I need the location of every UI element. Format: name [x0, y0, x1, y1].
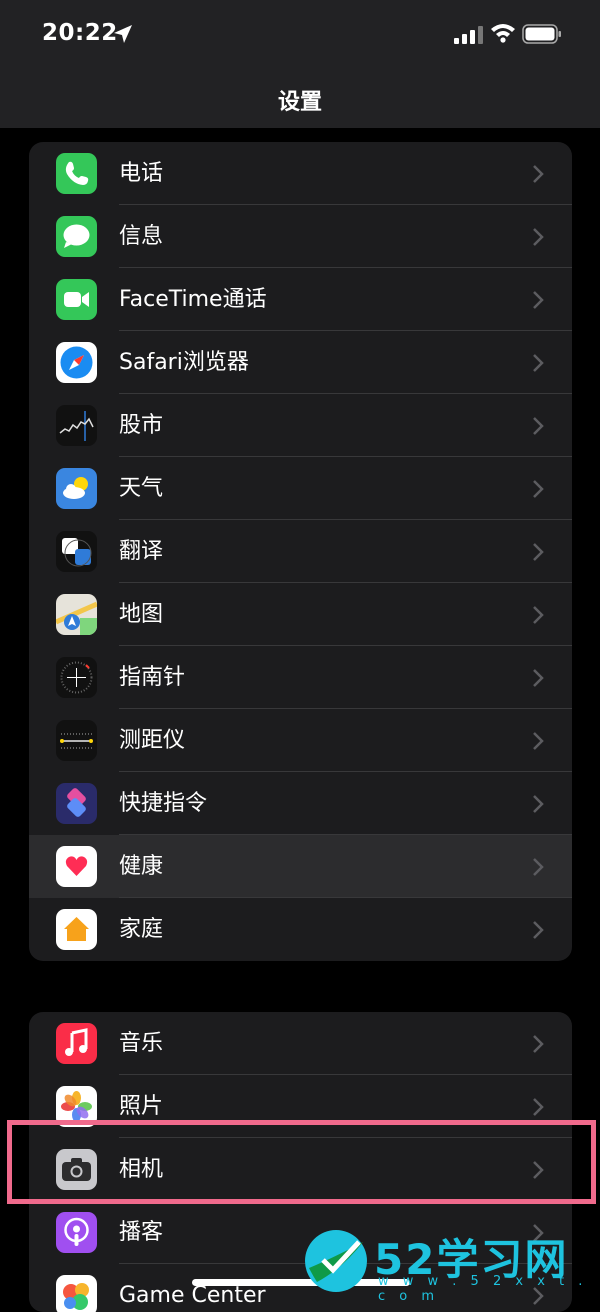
settings-row-music[interactable]: 音乐 — [29, 1012, 572, 1075]
chevron-right-icon — [533, 291, 544, 309]
measure-icon — [56, 720, 97, 761]
chevron-right-icon — [533, 417, 544, 435]
settings-row-label: 天气 — [119, 476, 164, 501]
chevron-right-icon — [533, 1098, 544, 1116]
settings-row-messages[interactable]: 信息 — [29, 205, 572, 268]
settings-row-label: Safari浏览器 — [119, 350, 249, 375]
chevron-right-icon — [533, 795, 544, 813]
maps-icon — [56, 594, 97, 635]
settings-row-label: 电话 — [119, 161, 164, 186]
settings-row-health[interactable]: 健康 — [29, 835, 572, 898]
shortcuts-icon — [56, 783, 97, 824]
health-icon — [56, 846, 97, 887]
chevron-right-icon — [533, 228, 544, 246]
home-icon — [56, 909, 97, 950]
page-title: 设置 — [277, 90, 322, 115]
settings-row-label: 翻译 — [119, 539, 164, 564]
settings-row-label: 家庭 — [119, 917, 164, 942]
chevron-right-icon — [533, 543, 544, 561]
settings-row-label: 地图 — [119, 602, 164, 627]
podcasts-icon — [56, 1212, 97, 1253]
chevron-right-icon — [533, 480, 544, 498]
settings-row-phone[interactable]: 电话 — [29, 142, 572, 205]
settings-row-label: 指南针 — [119, 665, 186, 690]
settings-row-shortcuts[interactable]: 快捷指令 — [29, 772, 572, 835]
chevron-right-icon — [533, 858, 544, 876]
chevron-right-icon — [533, 732, 544, 750]
chevron-right-icon — [533, 921, 544, 939]
phone-icon — [56, 153, 97, 194]
settings-row-label: 音乐 — [119, 1031, 164, 1056]
settings-group-apps-1: 电话 信息 FaceTime通话 Safari浏览器 股市 天气 翻译 地图 指… — [29, 142, 572, 961]
chevron-right-icon — [533, 606, 544, 624]
settings-row-facetime[interactable]: FaceTime通话 — [29, 268, 572, 331]
status-time: 20:22 — [42, 20, 118, 46]
music-icon — [56, 1023, 97, 1064]
settings-row-label: 健康 — [119, 854, 164, 879]
chevron-right-icon — [533, 1035, 544, 1053]
weather-icon — [56, 468, 97, 509]
status-bar: 20:22 — [0, 0, 600, 70]
location-arrow-icon — [114, 25, 132, 43]
settings-row-label: 股市 — [119, 413, 164, 438]
translate-icon — [56, 531, 97, 572]
camera-highlight-box — [7, 1120, 596, 1204]
safari-icon — [56, 342, 97, 383]
stocks-icon — [56, 405, 97, 446]
settings-row-label: 测距仪 — [119, 728, 186, 753]
settings-row-safari[interactable]: Safari浏览器 — [29, 331, 572, 394]
watermark-url: w w w . 5 2 x x t . c o m — [378, 1274, 588, 1304]
settings-row-label: FaceTime通话 — [119, 287, 267, 312]
facetime-icon — [56, 279, 97, 320]
game-center-icon — [56, 1275, 97, 1312]
chevron-right-icon — [533, 669, 544, 687]
settings-row-stocks[interactable]: 股市 — [29, 394, 572, 457]
watermark-logo-icon — [305, 1230, 367, 1292]
settings-row-weather[interactable]: 天气 — [29, 457, 572, 520]
settings-row-label: 快捷指令 — [119, 791, 208, 816]
battery-icon — [522, 24, 561, 44]
cellular-signal-icon — [454, 26, 483, 44]
messages-icon — [56, 216, 97, 257]
chevron-right-icon — [533, 354, 544, 372]
settings-row-label: 信息 — [119, 224, 164, 249]
settings-row-translate[interactable]: 翻译 — [29, 520, 572, 583]
compass-icon — [56, 657, 97, 698]
settings-row-label: 播客 — [119, 1220, 164, 1245]
chevron-right-icon — [533, 165, 544, 183]
settings-row-measure[interactable]: 测距仪 — [29, 709, 572, 772]
settings-row-home[interactable]: 家庭 — [29, 898, 572, 961]
settings-row-maps[interactable]: 地图 — [29, 583, 572, 646]
wifi-icon — [491, 24, 515, 43]
settings-row-compass[interactable]: 指南针 — [29, 646, 572, 709]
settings-row-label: Game Center — [119, 1283, 266, 1308]
